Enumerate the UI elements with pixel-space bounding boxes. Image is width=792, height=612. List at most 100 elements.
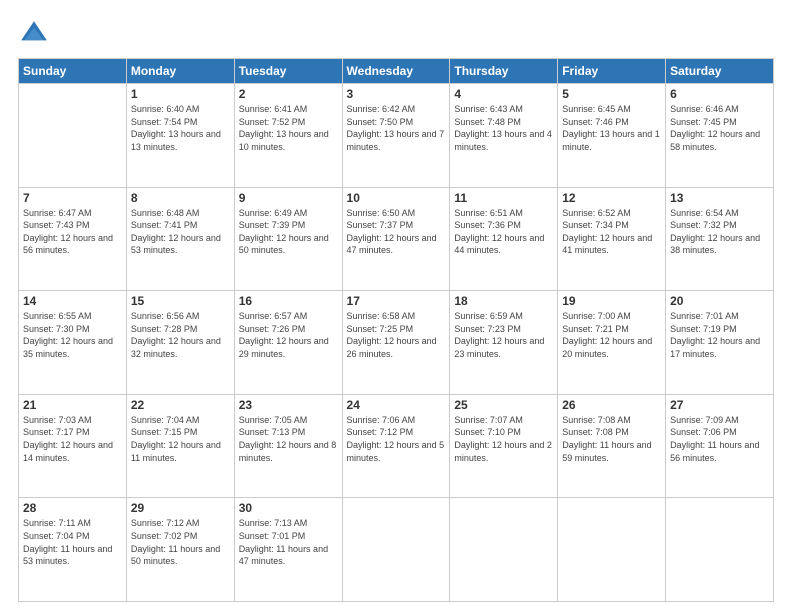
week-row-2: 14 Sunrise: 6:55 AM Sunset: 7:30 PM Dayli… [19, 291, 774, 395]
day-info: Sunrise: 6:42 AM Sunset: 7:50 PM Dayligh… [347, 103, 446, 153]
day-cell: 6 Sunrise: 6:46 AM Sunset: 7:45 PM Daylig… [666, 84, 774, 188]
day-info: Sunrise: 7:07 AM Sunset: 7:10 PM Dayligh… [454, 414, 553, 464]
day-info: Sunrise: 6:59 AM Sunset: 7:23 PM Dayligh… [454, 310, 553, 360]
day-cell: 24 Sunrise: 7:06 AM Sunset: 7:12 PM Dayli… [342, 394, 450, 498]
day-number: 23 [239, 398, 338, 412]
day-cell: 16 Sunrise: 6:57 AM Sunset: 7:26 PM Dayli… [234, 291, 342, 395]
day-number: 29 [131, 501, 230, 515]
page: SundayMondayTuesdayWednesdayThursdayFrid… [0, 0, 792, 612]
day-cell: 27 Sunrise: 7:09 AM Sunset: 7:06 PM Dayli… [666, 394, 774, 498]
day-cell: 29Sunrise: 7:12 AM Sunset: 7:02 PM Dayli… [126, 498, 234, 602]
day-info: Sunrise: 6:49 AM Sunset: 7:39 PM Dayligh… [239, 207, 338, 257]
day-cell: 23Sunrise: 7:05 AM Sunset: 7:13 PM Dayli… [234, 394, 342, 498]
day-info: Sunrise: 7:06 AM Sunset: 7:12 PM Dayligh… [347, 414, 446, 464]
day-number: 17 [347, 294, 446, 308]
header [18, 18, 774, 50]
week-row-3: 21 Sunrise: 7:03 AM Sunset: 7:17 PM Dayli… [19, 394, 774, 498]
weekday-header-tuesday: Tuesday [234, 59, 342, 84]
day-number: 2 [239, 87, 338, 101]
day-info: Sunrise: 6:51 AM Sunset: 7:36 PM Dayligh… [454, 207, 553, 257]
day-number: 14 [23, 294, 122, 308]
day-cell: 8 Sunrise: 6:48 AM Sunset: 7:41 PM Daylig… [126, 187, 234, 291]
day-number: 15 [131, 294, 230, 308]
day-info: Sunrise: 6:58 AM Sunset: 7:25 PM Dayligh… [347, 310, 446, 360]
day-cell: 13 Sunrise: 6:54 AM Sunset: 7:32 PM Dayli… [666, 187, 774, 291]
day-number: 18 [454, 294, 553, 308]
day-info: Sunrise: 6:43 AM Sunset: 7:48 PM Dayligh… [454, 103, 553, 153]
day-info: Sunrise: 7:04 AM Sunset: 7:15 PM Dayligh… [131, 414, 230, 464]
day-cell: 2Sunrise: 6:41 AM Sunset: 7:52 PM Daylig… [234, 84, 342, 188]
day-cell [19, 84, 127, 188]
day-info: Sunrise: 6:52 AM Sunset: 7:34 PM Dayligh… [562, 207, 661, 257]
day-cell: 28 Sunrise: 7:11 AM Sunset: 7:04 PM Dayli… [19, 498, 127, 602]
day-info: Sunrise: 7:03 AM Sunset: 7:17 PM Dayligh… [23, 414, 122, 464]
weekday-header-wednesday: Wednesday [342, 59, 450, 84]
day-number: 6 [670, 87, 769, 101]
logo [18, 18, 56, 50]
weekday-header-thursday: Thursday [450, 59, 558, 84]
day-number: 27 [670, 398, 769, 412]
day-info: Sunrise: 6:55 AM Sunset: 7:30 PM Dayligh… [23, 310, 122, 360]
weekday-header-monday: Monday [126, 59, 234, 84]
day-info: Sunrise: 6:57 AM Sunset: 7:26 PM Dayligh… [239, 310, 338, 360]
day-cell: 5 Sunrise: 6:45 AM Sunset: 7:46 PM Daylig… [558, 84, 666, 188]
day-info: Sunrise: 7:11 AM Sunset: 7:04 PM Dayligh… [23, 517, 122, 567]
day-cell [342, 498, 450, 602]
day-info: Sunrise: 6:47 AM Sunset: 7:43 PM Dayligh… [23, 207, 122, 257]
day-info: Sunrise: 6:46 AM Sunset: 7:45 PM Dayligh… [670, 103, 769, 153]
day-cell: 26Sunrise: 7:08 AM Sunset: 7:08 PM Dayli… [558, 394, 666, 498]
weekday-header-row: SundayMondayTuesdayWednesdayThursdayFrid… [19, 59, 774, 84]
week-row-4: 28 Sunrise: 7:11 AM Sunset: 7:04 PM Dayli… [19, 498, 774, 602]
day-number: 7 [23, 191, 122, 205]
day-number: 28 [23, 501, 122, 515]
day-cell: 11 Sunrise: 6:51 AM Sunset: 7:36 PM Dayli… [450, 187, 558, 291]
day-cell [450, 498, 558, 602]
day-number: 1 [131, 87, 230, 101]
calendar-table: SundayMondayTuesdayWednesdayThursdayFrid… [18, 58, 774, 602]
day-cell: 17 Sunrise: 6:58 AM Sunset: 7:25 PM Dayli… [342, 291, 450, 395]
day-number: 13 [670, 191, 769, 205]
day-number: 16 [239, 294, 338, 308]
day-info: Sunrise: 6:40 AM Sunset: 7:54 PM Dayligh… [131, 103, 230, 153]
weekday-header-sunday: Sunday [19, 59, 127, 84]
day-info: Sunrise: 7:01 AM Sunset: 7:19 PM Dayligh… [670, 310, 769, 360]
day-cell: 4 Sunrise: 6:43 AM Sunset: 7:48 PM Daylig… [450, 84, 558, 188]
week-row-0: 1 Sunrise: 6:40 AM Sunset: 7:54 PM Daylig… [19, 84, 774, 188]
day-number: 30 [239, 501, 338, 515]
day-cell: 21 Sunrise: 7:03 AM Sunset: 7:17 PM Dayli… [19, 394, 127, 498]
day-info: Sunrise: 6:54 AM Sunset: 7:32 PM Dayligh… [670, 207, 769, 257]
logo-icon [18, 18, 50, 50]
day-number: 5 [562, 87, 661, 101]
day-number: 3 [347, 87, 446, 101]
day-number: 12 [562, 191, 661, 205]
day-number: 9 [239, 191, 338, 205]
day-number: 4 [454, 87, 553, 101]
day-cell: 20 Sunrise: 7:01 AM Sunset: 7:19 PM Dayli… [666, 291, 774, 395]
day-cell [558, 498, 666, 602]
day-number: 20 [670, 294, 769, 308]
day-cell: 18 Sunrise: 6:59 AM Sunset: 7:23 PM Dayli… [450, 291, 558, 395]
weekday-header-friday: Friday [558, 59, 666, 84]
day-cell: 12 Sunrise: 6:52 AM Sunset: 7:34 PM Dayli… [558, 187, 666, 291]
day-info: Sunrise: 6:48 AM Sunset: 7:41 PM Dayligh… [131, 207, 230, 257]
day-cell: 30Sunrise: 7:13 AM Sunset: 7:01 PM Dayli… [234, 498, 342, 602]
day-info: Sunrise: 6:56 AM Sunset: 7:28 PM Dayligh… [131, 310, 230, 360]
day-number: 24 [347, 398, 446, 412]
day-info: Sunrise: 7:09 AM Sunset: 7:06 PM Dayligh… [670, 414, 769, 464]
day-info: Sunrise: 6:45 AM Sunset: 7:46 PM Dayligh… [562, 103, 661, 153]
day-cell: 25Sunrise: 7:07 AM Sunset: 7:10 PM Dayli… [450, 394, 558, 498]
day-number: 21 [23, 398, 122, 412]
day-cell [666, 498, 774, 602]
day-cell: 3 Sunrise: 6:42 AM Sunset: 7:50 PM Daylig… [342, 84, 450, 188]
day-number: 8 [131, 191, 230, 205]
day-cell: 1 Sunrise: 6:40 AM Sunset: 7:54 PM Daylig… [126, 84, 234, 188]
weekday-header-saturday: Saturday [666, 59, 774, 84]
day-info: Sunrise: 6:50 AM Sunset: 7:37 PM Dayligh… [347, 207, 446, 257]
day-cell: 10Sunrise: 6:50 AM Sunset: 7:37 PM Dayli… [342, 187, 450, 291]
day-info: Sunrise: 7:00 AM Sunset: 7:21 PM Dayligh… [562, 310, 661, 360]
day-cell: 9 Sunrise: 6:49 AM Sunset: 7:39 PM Daylig… [234, 187, 342, 291]
week-row-1: 7 Sunrise: 6:47 AM Sunset: 7:43 PM Daylig… [19, 187, 774, 291]
day-number: 22 [131, 398, 230, 412]
day-number: 11 [454, 191, 553, 205]
day-cell: 22 Sunrise: 7:04 AM Sunset: 7:15 PM Dayli… [126, 394, 234, 498]
